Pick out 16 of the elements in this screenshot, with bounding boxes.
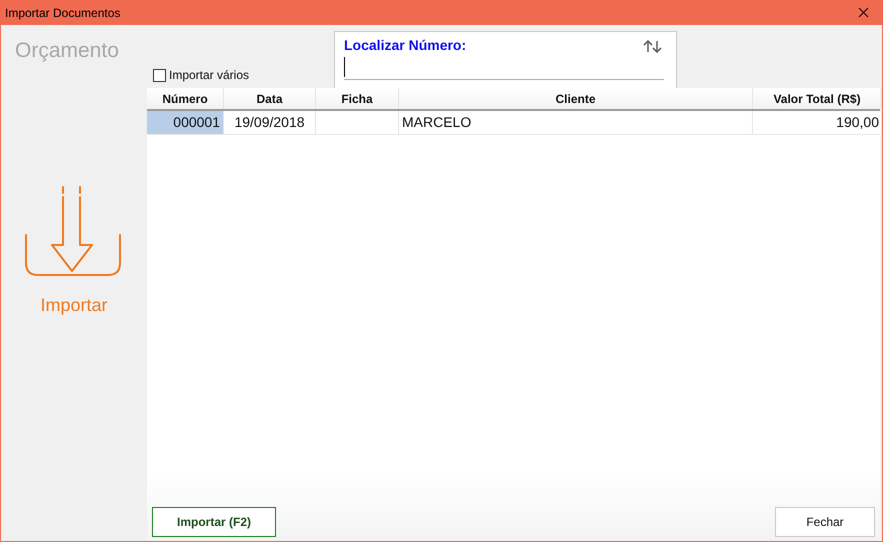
close-button[interactable]: Fechar <box>775 507 875 537</box>
checkbox[interactable] <box>153 68 166 82</box>
column-header[interactable]: Cliente <box>399 88 753 109</box>
column-header[interactable]: Ficha <box>316 88 399 109</box>
search-label: Localizar Número: <box>344 36 466 55</box>
column-header[interactable]: Valor Total (R$) <box>753 88 882 109</box>
sort-icon[interactable] <box>643 40 663 53</box>
search-field[interactable] <box>344 54 664 80</box>
column-header[interactable]: Data <box>224 88 316 109</box>
checkbox-label[interactable]: Importar vários <box>169 66 250 84</box>
window-title: Importar Documentos <box>5 4 120 22</box>
column-header[interactable]: Número <box>147 88 224 109</box>
section-title: Orçamento <box>15 38 120 64</box>
table-cell: 000001 <box>147 111 224 134</box>
import-button[interactable]: Importar (F2) <box>152 507 276 537</box>
close-icon[interactable] <box>858 7 869 18</box>
